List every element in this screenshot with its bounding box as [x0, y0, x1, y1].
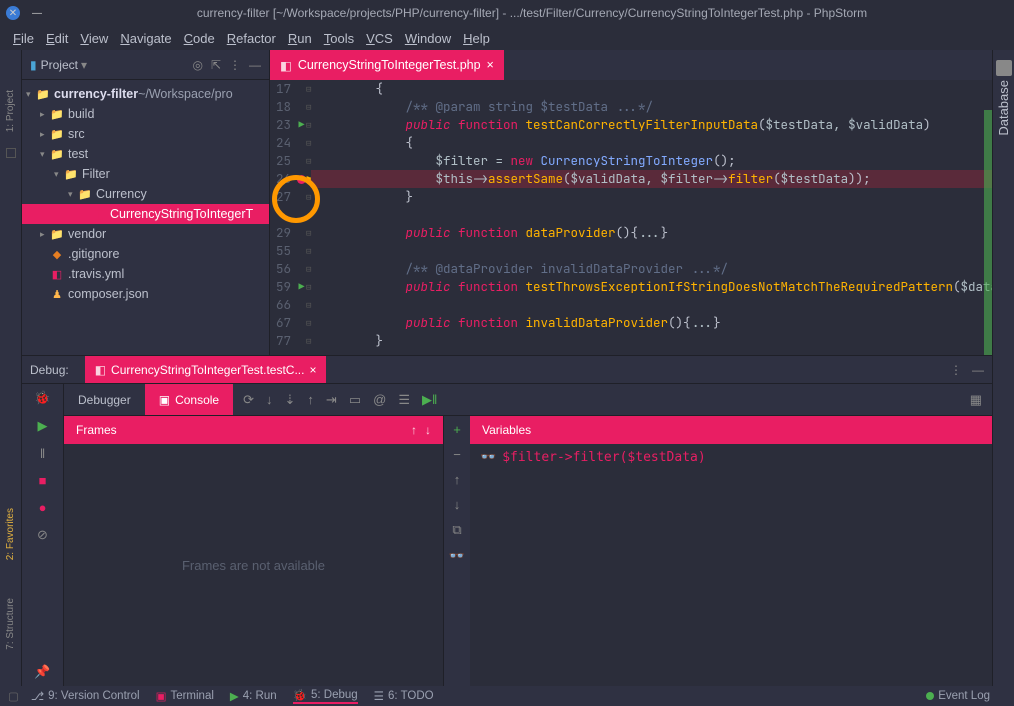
tab-console[interactable]: ▣ Console [145, 384, 233, 415]
remove-watch-icon[interactable]: − [453, 447, 461, 462]
run-arrow-icon[interactable]: ▶ [299, 116, 305, 134]
tree-node-composer-json[interactable]: ♟composer.json [22, 284, 269, 304]
code-editor[interactable]: 1718232425262729555659666777▶▶⊟⊟⊟⊟⊟⚑⊟⊟⊟⊟… [270, 80, 992, 355]
tree-node-test[interactable]: ▾📁test [22, 144, 269, 164]
resume-icon[interactable]: ▶ [38, 418, 48, 434]
status-terminal[interactable]: ▣Terminal [156, 689, 214, 703]
status-vcs[interactable]: ⎇9: Version Control [31, 689, 140, 703]
vars-header: Variables [470, 416, 992, 444]
tool-structure[interactable]: 7: Structure [5, 598, 16, 650]
watch-glasses-icon: 👓 [480, 450, 496, 465]
frames-empty: Frames are not available [64, 444, 443, 686]
status-run[interactable]: ▶4: Run [230, 689, 277, 703]
debug-config-label: CurrencyStringToIntegerTest.testC... [111, 363, 304, 377]
collapse-icon[interactable]: ⇱ [211, 58, 221, 72]
file-icon: ◧ [95, 363, 106, 377]
project-icon: ▮ [30, 58, 37, 72]
evaluate-icon[interactable]: @ [373, 392, 386, 408]
prev-frame-icon[interactable]: ↑ [411, 423, 417, 437]
hide-icon[interactable]: — [249, 58, 261, 72]
dropdown-icon[interactable]: ▾ [81, 58, 87, 72]
tree-node-src[interactable]: ▸📁src [22, 124, 269, 144]
pin-icon[interactable]: 📌 [34, 664, 50, 680]
tree-root[interactable]: ▾📁currency-filter ~/Workspace/pro [22, 84, 269, 104]
menu-help[interactable]: Help [458, 29, 495, 48]
options-icon[interactable]: ⋮ [950, 363, 962, 377]
tree-node-filter[interactable]: ▾📁Filter [22, 164, 269, 184]
project-panel: ▮ Project ▾ ◎ ⇱ ⋮ — ▾📁currency-filter ~/… [22, 50, 270, 355]
mute-bp-icon[interactable]: ⊘ [37, 527, 48, 543]
tool-favorites[interactable]: 2: Favorites [5, 508, 16, 560]
tools-icon[interactable]: ▢ [8, 689, 19, 703]
side-sep-icon [6, 148, 16, 158]
tree-node-build[interactable]: ▸📁build [22, 104, 269, 124]
watch-expression[interactable]: $filter->filter($testData) [502, 450, 706, 465]
tool-database[interactable]: Database [996, 80, 1011, 136]
tab-debugger[interactable]: Debugger [64, 384, 145, 415]
status-event-log[interactable]: Event Log [926, 690, 990, 702]
tree-node-currencystringtointegert[interactable]: ◧CurrencyStringToIntegerT [22, 204, 269, 224]
tool-project[interactable]: 1: Project [5, 90, 16, 132]
menu-vcs[interactable]: VCS [361, 29, 398, 48]
force-step-icon[interactable]: ⇣ [285, 392, 296, 408]
list-icon[interactable]: ☰ [398, 392, 410, 408]
run-to-cursor-icon[interactable]: ⇥ [326, 392, 337, 408]
menu-window[interactable]: Window [400, 29, 456, 48]
tree-node-vendor[interactable]: ▸📁vendor [22, 224, 269, 244]
next-frame-icon[interactable]: ↓ [425, 423, 431, 437]
menu-tools[interactable]: Tools [319, 29, 359, 48]
add-watch-icon[interactable]: + [453, 422, 461, 437]
tab-label: CurrencyStringToIntegerTest.php [298, 58, 481, 72]
up-icon[interactable]: ↑ [454, 472, 461, 487]
close-tab-icon[interactable]: × [487, 58, 494, 72]
vars-label: Variables [482, 423, 531, 437]
window-minimize-icon[interactable]: — [30, 6, 44, 20]
copy-icon[interactable]: ⧉ [452, 522, 461, 538]
hide-icon[interactable]: — [972, 363, 984, 377]
target-icon[interactable]: ◎ [192, 58, 202, 72]
menu-code[interactable]: Code [179, 29, 220, 48]
project-tree: ▾📁currency-filter ~/Workspace/pro▸📁build… [22, 80, 269, 308]
menu-file[interactable]: File [8, 29, 39, 48]
debug-header: Debug: [30, 363, 69, 377]
editor-scrollbar[interactable] [984, 110, 992, 355]
breakpoint-icon[interactable]: ● [39, 500, 47, 515]
close-icon[interactable]: × [309, 363, 316, 377]
project-header[interactable]: Project [41, 58, 78, 72]
tree-node-currency[interactable]: ▾📁Currency [22, 184, 269, 204]
options-icon[interactable]: ⋮ [229, 58, 241, 72]
frames-icon[interactable]: ▭ [349, 392, 361, 408]
step-out-icon[interactable]: ↑ [307, 392, 314, 408]
continue-icon[interactable]: ▶‖ [422, 392, 437, 408]
pause-icon[interactable]: ‖ [40, 446, 45, 461]
breakpoint-dot[interactable] [297, 175, 306, 184]
window-close-icon[interactable]: ✕ [6, 6, 20, 20]
stop-icon[interactable]: ■ [39, 473, 47, 488]
tree-node--travis-yml[interactable]: ◧.travis.yml [22, 264, 269, 284]
window-title: currency-filter [~/Workspace/projects/PH… [56, 6, 1008, 20]
status-debug[interactable]: 🐞5: Debug [293, 688, 358, 704]
debug-config-tab[interactable]: ◧ CurrencyStringToIntegerTest.testC... × [85, 356, 327, 383]
menu-navigate[interactable]: Navigate [115, 29, 176, 48]
glasses-icon[interactable]: 👓 [449, 548, 465, 564]
status-todo[interactable]: ☰6: TODO [374, 689, 434, 703]
menu-run[interactable]: Run [283, 29, 317, 48]
layout-icon[interactable]: ▦ [970, 392, 982, 407]
console-icon: ▣ [159, 393, 170, 407]
tree-node--gitignore[interactable]: ◆.gitignore [22, 244, 269, 264]
file-icon: ◧ [280, 58, 292, 73]
menu-refactor[interactable]: Refactor [222, 29, 281, 48]
step-into-icon[interactable]: ↓ [266, 392, 273, 408]
down-icon[interactable]: ↓ [454, 497, 461, 512]
run-arrow-icon[interactable]: ▶ [299, 278, 305, 296]
menu-bar: FileEditViewNavigateCodeRefactorRunTools… [0, 26, 1014, 50]
menu-edit[interactable]: Edit [41, 29, 73, 48]
step-over-icon[interactable]: ⟳ [243, 392, 254, 408]
frames-label: Frames [76, 423, 117, 437]
bug-icon[interactable]: 🐞 [34, 390, 50, 406]
database-icon[interactable] [996, 60, 1012, 76]
editor-tab[interactable]: ◧ CurrencyStringToIntegerTest.php × [270, 50, 504, 80]
menu-view[interactable]: View [75, 29, 113, 48]
